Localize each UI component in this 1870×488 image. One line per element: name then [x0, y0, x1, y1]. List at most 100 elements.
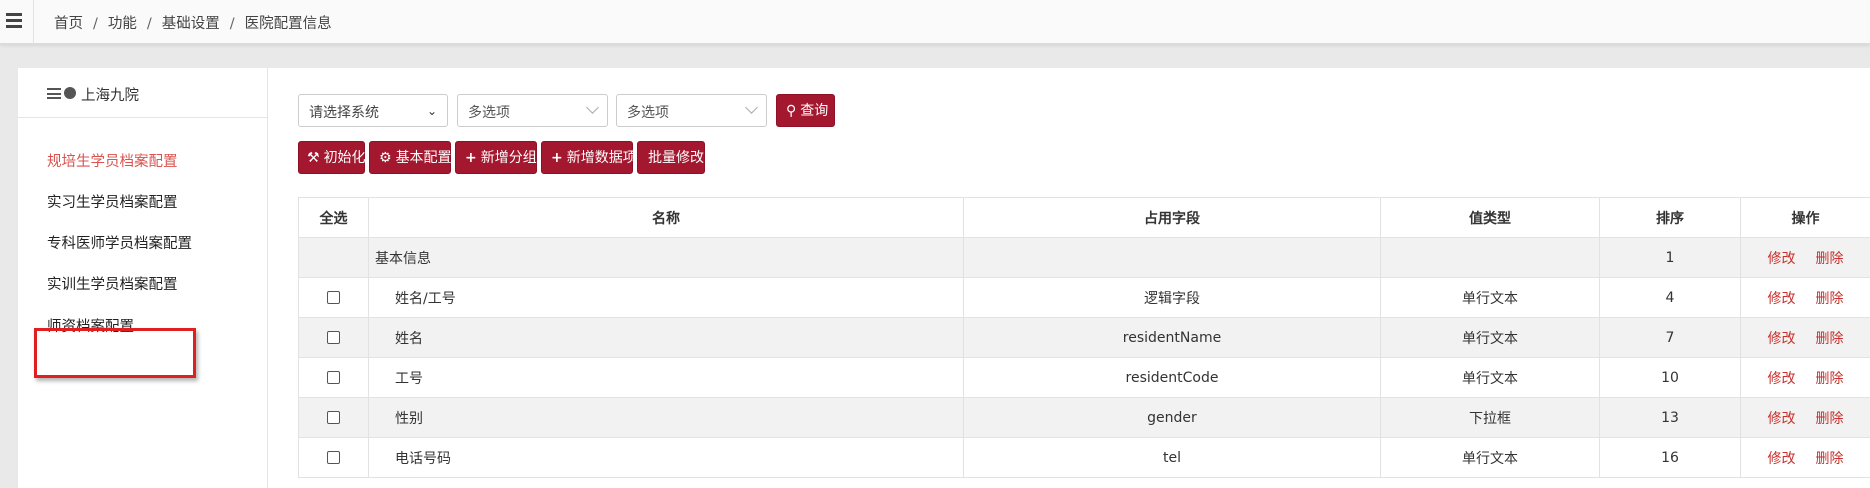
field-cell: 逻辑字段 — [963, 277, 1381, 318]
row-checkbox[interactable] — [327, 371, 340, 384]
divider — [33, 0, 34, 44]
edit-link[interactable]: 修改 — [1768, 371, 1796, 387]
group-name: 基本信息 — [368, 237, 964, 278]
plus-icon: + — [551, 150, 563, 166]
table-header-row: 全选 名称 占用字段 值类型 排序 操作 — [298, 197, 1870, 238]
edit-link[interactable]: 修改 — [1768, 251, 1796, 267]
ops-cell: 修改 删除 — [1740, 397, 1870, 438]
sort-header: 排序 — [1599, 197, 1741, 238]
checkbox-cell — [298, 437, 369, 478]
name-cell: 姓名 — [368, 317, 964, 358]
type-cell — [1380, 237, 1600, 278]
multi-select-2[interactable]: 多选项 — [616, 94, 767, 127]
init-button[interactable]: ⚒ 初始化 — [298, 141, 366, 174]
sidebar-item-trainee-archive[interactable]: 规培生学员档案配置 — [47, 150, 178, 171]
row-checkbox[interactable] — [327, 291, 340, 304]
edit-link[interactable]: 修改 — [1768, 331, 1796, 347]
type-cell: 单行文本 — [1380, 317, 1600, 358]
type-cell: 下拉框 — [1380, 397, 1600, 438]
breadcrumb: 首页 / 功能 / 基础设置 / 医院配置信息 — [54, 16, 332, 32]
multi-select-1[interactable]: 多选项 — [457, 94, 608, 127]
add-data-item-button-label: 新增数据项 — [566, 150, 637, 166]
sidebar-item-specialist-archive[interactable]: 专科医师学员档案配置 — [47, 232, 192, 253]
breadcrumb-basic-settings[interactable]: 基础设置 — [162, 16, 220, 32]
checkbox-cell — [298, 277, 369, 318]
field-cell: residentName — [963, 317, 1381, 358]
field-header: 占用字段 — [963, 197, 1381, 238]
name-cell: 性别 — [368, 397, 964, 438]
chevron-down-icon: ⌄ — [426, 104, 437, 118]
sidebar-item-intern-archive[interactable]: 实习生学员档案配置 — [47, 191, 178, 212]
main-panel: 请选择系统 ⌄ 多选项 多选项 ⚲ 查询 ⚒ 初始化 ⚙ 基本配置 + 新增分组 + 新增… — [268, 68, 1870, 488]
row-checkbox[interactable] — [327, 411, 340, 424]
multi-select-1-value: 多选项 — [468, 105, 510, 121]
multi-select-2-value: 多选项 — [627, 105, 669, 121]
sort-cell: 10 — [1599, 357, 1741, 398]
field-cell: residentCode — [963, 357, 1381, 398]
table-row: 姓名/工号 逻辑字段 单行文本 4 修改 删除 — [298, 277, 1870, 318]
delete-link[interactable]: 删除 — [1816, 291, 1844, 307]
batch-edit-button[interactable]: 批量修改 — [637, 141, 705, 174]
sort-cell: 16 — [1599, 437, 1741, 478]
delete-link[interactable]: 删除 — [1816, 251, 1844, 267]
delete-link[interactable]: 删除 — [1816, 371, 1844, 387]
add-group-button-label: 新增分组 — [480, 150, 537, 166]
edit-link[interactable]: 修改 — [1768, 411, 1796, 427]
config-table: 全选 名称 占用字段 值类型 排序 操作 基本信息 1 修改 删除 姓名/工号 … — [298, 197, 1870, 478]
plus-icon: + — [465, 150, 477, 166]
edit-link[interactable]: 修改 — [1768, 291, 1796, 307]
checkbox-cell — [298, 397, 369, 438]
sort-cell: 13 — [1599, 397, 1741, 438]
search-icon: ⚲ — [786, 103, 797, 119]
delete-link[interactable]: 删除 — [1816, 451, 1844, 467]
hospital-header: 上海九院 — [18, 68, 267, 118]
table-cell — [298, 237, 369, 278]
add-data-item-button[interactable]: + 新增数据项 — [541, 141, 637, 174]
sort-cell: 7 — [1599, 317, 1741, 358]
highlight-annotation — [34, 328, 196, 378]
sort-cell: 1 — [1599, 237, 1741, 278]
row-checkbox[interactable] — [327, 331, 340, 344]
chevron-down-icon — [586, 101, 599, 114]
system-select-value: 请选择系统 — [309, 105, 379, 121]
query-button-label: 查询 — [800, 103, 829, 119]
field-cell — [963, 237, 1381, 278]
basic-config-button[interactable]: ⚙ 基本配置 — [369, 141, 452, 174]
table-row: 工号 residentCode 单行文本 10 修改 删除 — [298, 357, 1870, 398]
sort-cell: 4 — [1599, 277, 1741, 318]
breadcrumb-function[interactable]: 功能 — [108, 16, 137, 32]
batch-edit-button-label: 批量修改 — [648, 150, 704, 166]
row-checkbox[interactable] — [327, 451, 340, 464]
name-cell: 电话号码 — [368, 437, 964, 478]
menu-toggle-icon[interactable] — [6, 13, 24, 29]
edit-link[interactable]: 修改 — [1768, 451, 1796, 467]
name-cell: 姓名/工号 — [368, 277, 964, 318]
init-button-label: 初始化 — [323, 150, 366, 166]
ops-cell: 修改 删除 — [1740, 437, 1870, 478]
chevron-down-icon — [745, 101, 758, 114]
query-button[interactable]: ⚲ 查询 — [776, 94, 835, 127]
name-cell: 工号 — [368, 357, 964, 398]
list-icon — [47, 88, 61, 99]
breadcrumb-current: 医院配置信息 — [244, 16, 332, 32]
circle-icon — [64, 87, 76, 99]
table-row: 性别 gender 下拉框 13 修改 删除 — [298, 397, 1870, 438]
table-row: 电话号码 tel 单行文本 16 修改 删除 — [298, 437, 1870, 478]
wrench-icon: ⚒ — [307, 150, 320, 166]
top-navbar: 首页 / 功能 / 基础设置 / 医院配置信息 — [0, 0, 1870, 44]
ops-header: 操作 — [1740, 197, 1870, 238]
ops-cell: 修改 删除 — [1740, 237, 1870, 278]
type-header: 值类型 — [1380, 197, 1600, 238]
breadcrumb-home[interactable]: 首页 — [54, 16, 83, 32]
type-cell: 单行文本 — [1380, 357, 1600, 398]
add-group-button[interactable]: + 新增分组 — [455, 141, 537, 174]
system-select[interactable]: 请选择系统 ⌄ — [298, 94, 448, 127]
table-row: 姓名 residentName 单行文本 7 修改 删除 — [298, 317, 1870, 358]
delete-link[interactable]: 删除 — [1816, 331, 1844, 347]
sidebar: 上海九院 规培生学员档案配置 实习生学员档案配置 专科医师学员档案配置 实训生学… — [18, 68, 268, 488]
delete-link[interactable]: 删除 — [1816, 411, 1844, 427]
table-row-group: 基本信息 1 修改 删除 — [298, 237, 1870, 278]
select-all-header[interactable]: 全选 — [298, 197, 369, 238]
ops-cell: 修改 删除 — [1740, 277, 1870, 318]
sidebar-item-practical-archive[interactable]: 实训生学员档案配置 — [47, 273, 178, 294]
